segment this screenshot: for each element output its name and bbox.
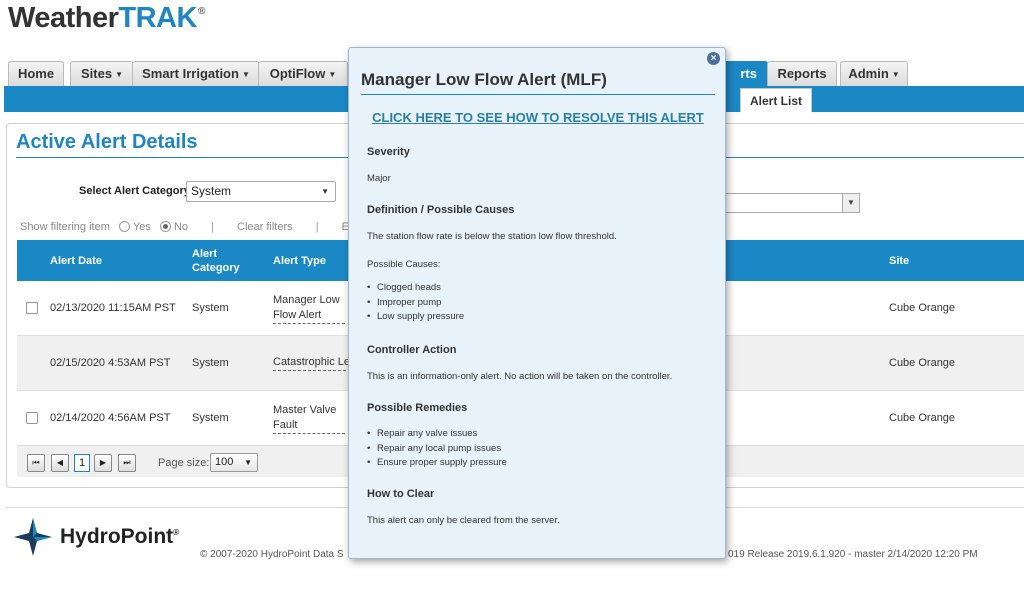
header-alert-category[interactable]: Alert Category [192,240,252,281]
chevron-down-icon: ▼ [891,70,900,79]
remedies-heading: Possible Remedies [367,402,468,414]
severity-heading: Severity [367,146,410,158]
tab-reports[interactable]: Reports [767,61,837,86]
category-label: Select Alert Category [79,185,190,197]
chevron-down-icon: ▼ [241,70,250,79]
first-page-icon[interactable]: ⏮ [27,454,45,472]
clear-heading: How to Clear [367,488,435,500]
tab-home-label: Home [17,66,55,81]
resolve-alert-link[interactable]: CLICK HERE TO SEE HOW TO RESOLVE THIS AL… [349,110,725,125]
alert-info-popup: × Manager Low Flow Alert (MLF) CLICK HER… [348,47,726,559]
alert-date: 02/14/2020 4:56AM PST [50,411,171,424]
clear-text: This alert can only be cleared from the … [367,515,560,526]
chevron-down-icon: ▼ [328,70,337,79]
header-alert-type[interactable]: Alert Type [273,240,326,281]
clear-filters-link[interactable]: Clear filters [237,221,293,233]
category-select[interactable]: System ▼ [186,181,336,202]
radio-yes[interactable] [118,221,130,232]
action-text: This is an information-only alert. No ac… [367,371,673,382]
causes-list: Clogged heads Improper pump Low supply p… [367,282,464,326]
hydropoint-brand: HydroPoint® [60,525,179,549]
tab-alerts-label: rts [740,66,757,81]
subtab-alert-list[interactable]: Alert List [740,88,812,112]
page-number[interactable]: 1 [74,454,90,472]
tab-sites-label: Sites [81,66,113,81]
page-size-label: Page size: [158,457,210,469]
hydropoint-brand-name: HydroPoint [60,525,174,548]
hydropoint-mark: ® [173,528,180,537]
alert-date: 02/15/2020 4:53AM PST [50,356,171,369]
alert-type-cell: Catastrophic Lea [273,336,357,390]
definition-text: The station flow rate is below the stati… [367,231,617,242]
tab-home[interactable]: Home [8,61,64,86]
hydropoint-logo: HydroPoint® [12,516,179,558]
chevron-down-icon: ▼ [321,187,329,196]
chevron-down-icon: ▼ [244,458,252,467]
separator: | [315,221,319,233]
alert-category: System [192,411,229,424]
page-size-select[interactable]: 100 ▼ [210,453,258,472]
alert-type-link[interactable]: Master Valve Fault [273,403,345,434]
severity-value: Major [367,173,391,184]
alert-site: Cube Orange [889,301,956,314]
release-text: 019 Release 2019.6.1.920 - master 2/14/2… [728,549,978,560]
alert-site: Cube Orange [889,356,956,369]
logo-part1: Weather [8,2,119,34]
radio-yes-label: Yes [132,221,151,233]
tab-optiflow[interactable]: OptiFlow ▼ [258,61,348,86]
action-heading: Controller Action [367,344,457,356]
prev-page-icon[interactable]: ◀ [51,454,69,472]
category-select-value: System [191,184,232,198]
row-checkbox[interactable] [26,412,38,424]
logo-part2: TRAK [118,2,197,34]
row-checkbox[interactable] [26,302,38,314]
alert-type-cell: Master Valve Fault [273,391,345,445]
alert-category: System [192,356,229,369]
weathertrak-logo: WeatherTRAK® [8,2,205,35]
tab-admin-label: Admin [848,66,889,81]
tab-smart-irrigation[interactable]: Smart Irrigation ▼ [132,61,260,86]
hydropoint-star-icon [14,518,52,556]
remedies-list: Repair any valve issues Repair any local… [367,428,507,472]
close-icon[interactable]: × [707,52,720,65]
alert-site: Cube Orange [889,411,956,424]
list-item: Low supply pressure [367,311,464,326]
tab-sites[interactable]: Sites ▼ [70,61,134,86]
list-item: Repair any valve issues [367,428,507,443]
definition-heading: Definition / Possible Causes [367,204,515,216]
row-checkbox-cell [26,391,38,445]
tab-reports-label: Reports [777,66,827,81]
header-site[interactable]: Site [889,240,909,281]
popup-divider [361,94,715,95]
list-item: Repair any local pump issues [367,443,507,458]
page-size-value: 100 [215,456,234,468]
alert-type-cell: Manager Low Flow Alert [273,281,345,335]
tab-optiflow-label: OptiFlow [269,66,326,81]
filter-row: Show filtering item Yes No | Clear filte… [20,221,349,233]
radio-no[interactable] [159,221,171,232]
last-page-icon[interactable]: ⏭ [118,454,136,472]
tab-admin[interactable]: Admin ▼ [840,61,908,86]
header-alert-date[interactable]: Alert Date [50,240,102,281]
show-filter-label: Show filtering item [20,221,110,233]
tab-smart-irrigation-label: Smart Irrigation [142,66,239,81]
popup-title: Manager Low Flow Alert (MLF) [361,70,607,89]
alert-type-link[interactable]: Catastrophic Lea [273,355,357,371]
alert-date: 02/13/2020 11:15AM PST [50,301,176,314]
chevron-down-icon[interactable]: ▼ [842,194,859,212]
radio-no-label: No [173,221,189,233]
chevron-down-icon: ▼ [115,70,123,79]
list-item: Ensure proper supply pressure [367,457,507,472]
list-item: Clogged heads [367,282,464,297]
page-title: Active Alert Details [16,131,198,153]
copyright-text: © 2007-2020 HydroPoint Data S [200,549,344,560]
alert-category: System [192,301,229,314]
alert-type-link[interactable]: Manager Low Flow Alert [273,293,345,324]
next-page-icon[interactable]: ▶ [94,454,112,472]
list-item: Improper pump [367,297,464,312]
registered-mark: ® [197,6,205,17]
row-checkbox-cell [26,281,38,335]
causes-label: Possible Causes: [367,259,441,270]
separator: | [211,221,214,233]
